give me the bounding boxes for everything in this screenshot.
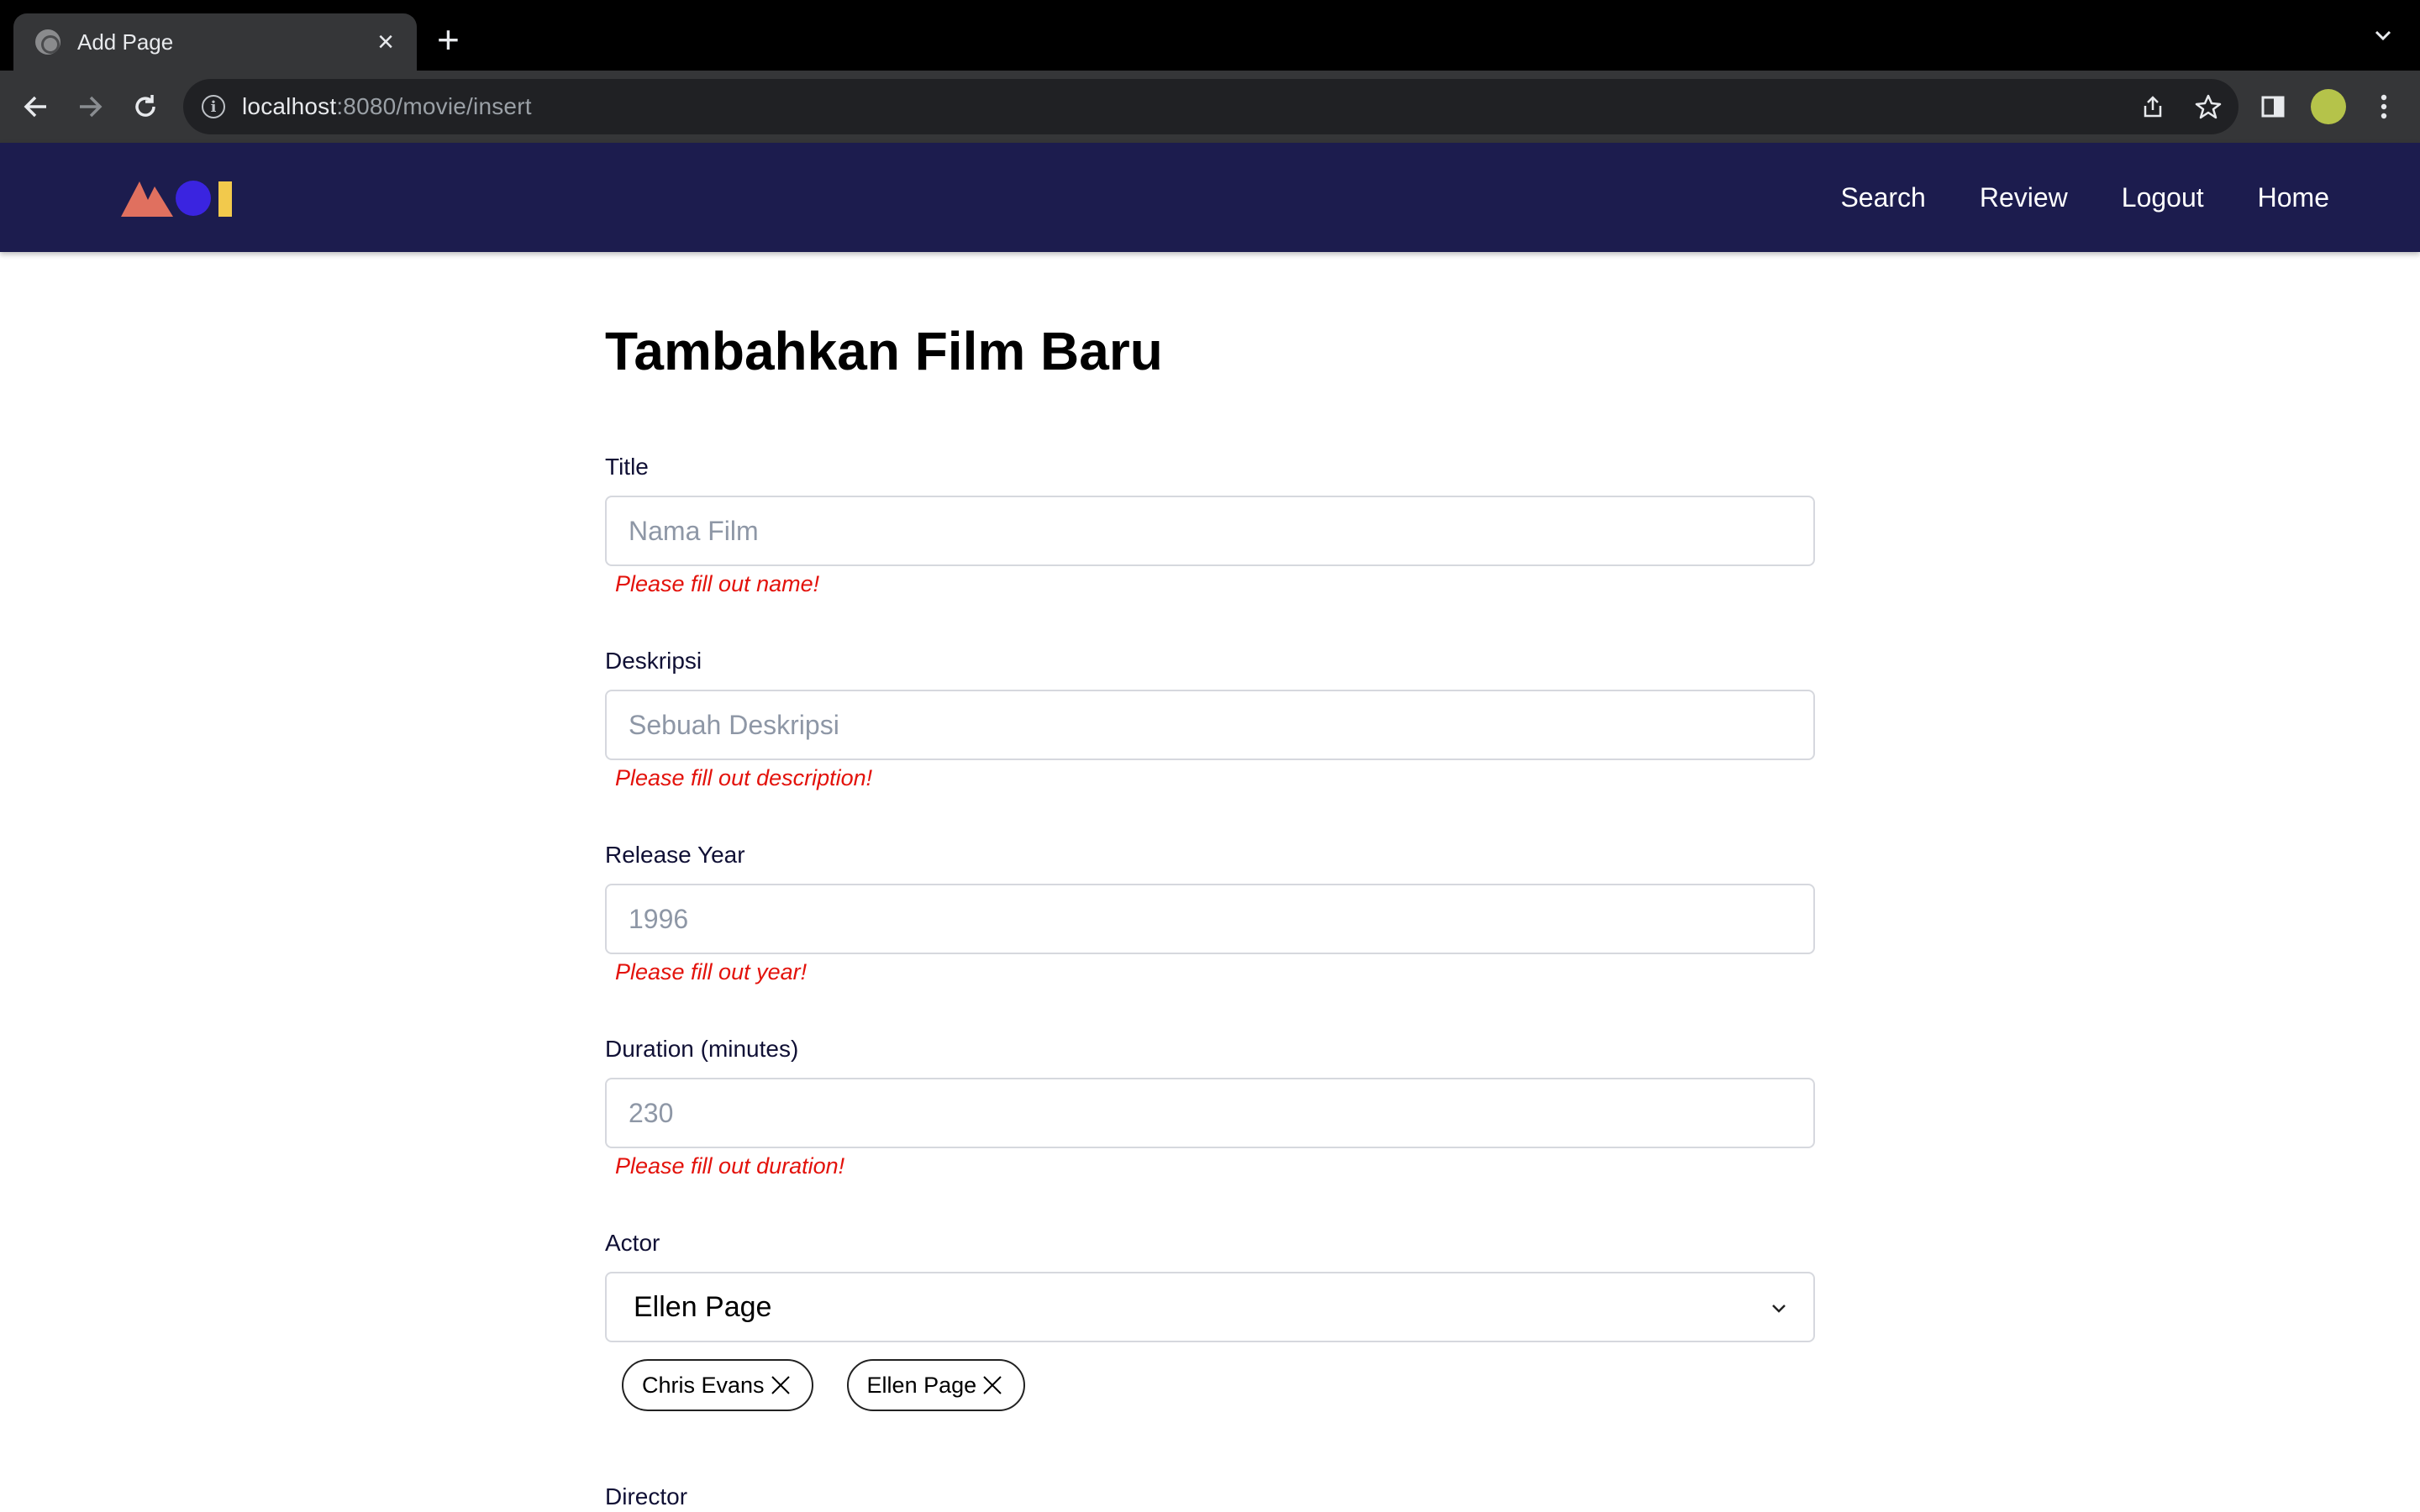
bookmark-star-icon[interactable] [2193,92,2223,122]
back-icon[interactable] [17,87,55,126]
nav-home-link[interactable]: Home [2258,182,2329,213]
description-input[interactable]: Sebuah Deskripsi [605,690,1815,760]
description-label: Deskripsi [605,648,702,674]
actor-chip-list: Chris Evans Ellen Page [622,1359,1815,1411]
forward-icon[interactable] [71,87,109,126]
duration-label: Duration (minutes) [605,1036,799,1062]
actor-chip: Ellen Page [846,1359,1026,1411]
director-label: Director [605,1483,688,1509]
nav-review-link[interactable]: Review [1980,182,2068,213]
browser-toolbar: i localhost:8080/movie/insert [0,71,2420,143]
release-year-input[interactable]: 1996 [605,884,1815,954]
release-year-field: Release Year 1996 Please fill out year! [605,842,1815,986]
actor-field: Actor Ellen Page Chris Evans Ellen Page [605,1230,1815,1411]
duration-error: Please fill out duration! [615,1153,845,1179]
duration-field: Duration (minutes) 230 Please fill out d… [605,1036,1815,1180]
address-bar[interactable]: i localhost:8080/movie/insert [183,79,2238,134]
actor-label: Actor [605,1230,660,1256]
page-title: Tambahkan Film Baru [605,321,1163,381]
reload-icon[interactable] [126,87,165,126]
remove-chip-icon[interactable] [768,1373,793,1398]
browser-tab[interactable]: Add Page × [13,13,417,71]
share-icon[interactable] [2138,92,2168,122]
nav-logout-link[interactable]: Logout [2122,182,2204,213]
chevron-down-icon[interactable] [2371,24,2395,47]
actor-select[interactable]: Ellen Page [605,1272,1815,1342]
url-text: localhost:8080/movie/insert [242,93,532,119]
tab-title: Add Page [77,29,174,55]
globe-icon [35,29,60,55]
duration-input[interactable]: 230 [605,1078,1815,1148]
actor-chip: Chris Evans [622,1359,813,1411]
more-menu-icon[interactable] [2365,87,2403,126]
description-field: Deskripsi Sebuah Deskripsi Please fill o… [605,648,1815,792]
release-year-error: Please fill out year! [615,959,808,984]
description-error: Please fill out description! [615,765,873,790]
chip-label: Chris Evans [642,1372,765,1398]
info-icon[interactable]: i [202,95,225,118]
title-field: Title Nama Film Please fill out name! [605,454,1815,598]
new-tab-icon[interactable]: + [437,18,460,60]
nav-search-link[interactable]: Search [1840,182,1925,213]
title-input[interactable]: Nama Film [605,496,1815,566]
title-label: Title [605,454,649,480]
chip-label: Ellen Page [866,1372,977,1398]
release-year-label: Release Year [605,842,745,868]
app-navbar: Search Review Logout Home [0,143,2420,252]
close-tab-icon[interactable]: × [371,28,400,56]
side-panel-icon[interactable] [2254,87,2292,126]
profile-avatar[interactable] [2309,87,2348,126]
actor-selected-value: Ellen Page [634,1290,772,1323]
remove-chip-icon[interactable] [980,1373,1005,1398]
app-logo[interactable] [121,173,235,222]
main-content: Tambahkan Film Baru Title Nama Film Plea… [605,252,1815,1509]
title-error: Please fill out name! [615,571,820,596]
chevron-down-icon [1772,1305,1786,1313]
director-field: Director [605,1483,1815,1510]
browser-tabstrip: Add Page × + [0,0,2420,71]
